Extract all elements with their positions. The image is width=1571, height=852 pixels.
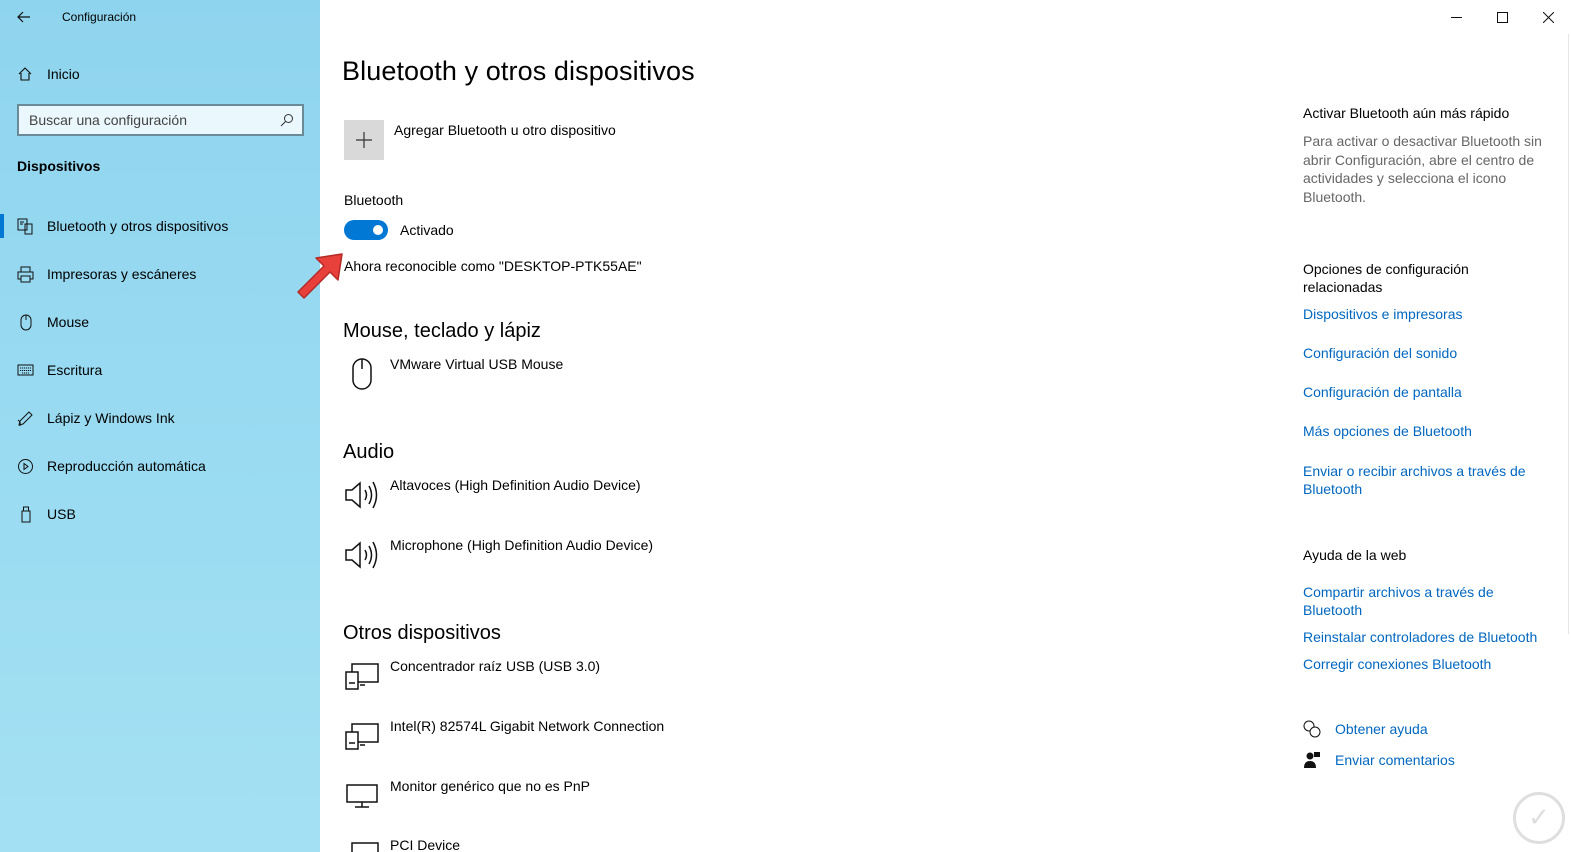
web-link-fix-connections[interactable]: Corregir conexiones Bluetooth	[1303, 655, 1543, 673]
send-feedback-link[interactable]: Enviar comentarios	[1303, 751, 1455, 769]
sidebar-home-label: Inicio	[47, 66, 80, 82]
speaker-icon	[344, 477, 380, 513]
window-controls	[1433, 0, 1571, 34]
group-title-input: Mouse, teclado y lápiz	[343, 320, 541, 342]
generic-device-icon	[344, 837, 380, 852]
get-help-label: Obtener ayuda	[1335, 721, 1428, 737]
maximize-button[interactable]	[1479, 0, 1525, 34]
device-item[interactable]: Altavoces (High Definition Audio Device)	[344, 477, 641, 513]
sidebar-item-label: Impresoras y escáneres	[47, 266, 197, 282]
printer-icon	[17, 266, 34, 283]
close-icon	[1542, 11, 1554, 23]
device-item[interactable]: Concentrador raíz USB (USB 3.0)	[344, 658, 600, 694]
generic-device-icon	[344, 718, 380, 754]
title-bar: Configuración	[0, 0, 320, 34]
sidebar-item-label: Mouse	[47, 314, 90, 330]
related-link-devices-printers[interactable]: Dispositivos e impresoras	[1303, 305, 1543, 323]
sidebar-item-label: Bluetooth y otros dispositivos	[47, 218, 229, 234]
add-device-button[interactable]: Agregar Bluetooth u otro dispositivo	[344, 120, 616, 160]
minimize-icon	[1450, 16, 1462, 18]
main-content: Bluetooth y otros dispositivos Agregar B…	[297, 0, 1571, 852]
toggle-knob	[373, 225, 383, 235]
mouse-icon	[344, 356, 380, 392]
plus-icon	[344, 120, 384, 160]
page-title: Bluetooth y otros dispositivos	[342, 56, 695, 86]
monitor-icon	[344, 778, 380, 814]
device-item[interactable]: Intel(R) 82574L Gigabit Network Connecti…	[344, 718, 664, 754]
device-item[interactable]: VMware Virtual USB Mouse	[344, 356, 563, 392]
bluetooth-label: Bluetooth	[344, 192, 404, 208]
pen-icon	[17, 410, 34, 427]
search-input[interactable]	[29, 112, 280, 128]
close-button[interactable]	[1525, 0, 1571, 34]
add-device-label: Agregar Bluetooth u otro dispositivo	[394, 122, 616, 138]
device-name: Monitor genérico que no es PnP	[390, 778, 591, 794]
related-title: Opciones de configuración relacionadas	[1303, 261, 1469, 295]
sidebar-item-usb[interactable]: USB	[0, 490, 320, 538]
sidebar-item-label: Lápiz y Windows Ink	[47, 410, 175, 426]
usb-icon	[17, 506, 34, 523]
sidebar-home[interactable]: Inicio	[0, 58, 320, 90]
sidebar-item-autoplay[interactable]: Reproducción automática	[0, 442, 320, 490]
sidebar-item-label: USB	[47, 506, 76, 522]
search-box[interactable]	[17, 104, 304, 136]
scrollbar[interactable]	[1568, 34, 1569, 634]
annotation-arrow-icon	[297, 253, 343, 299]
sidebar: Configuración Inicio Dispositivos Blueto…	[0, 0, 320, 852]
sidebar-item-label: Reproducción automática	[47, 458, 206, 474]
speaker-icon	[344, 537, 380, 573]
tip-text: Para activar o desactivar Bluetooth sin …	[1303, 133, 1542, 205]
sidebar-item-label: Escritura	[47, 362, 103, 378]
mouse-icon	[17, 314, 34, 331]
group-title-audio: Audio	[343, 441, 395, 463]
sidebar-item-mouse[interactable]: Mouse	[0, 298, 320, 346]
minimize-button[interactable]	[1433, 0, 1479, 34]
sidebar-item-pen[interactable]: Lápiz y Windows Ink	[0, 394, 320, 442]
home-icon	[18, 67, 32, 81]
group-title-other: Otros dispositivos	[343, 622, 501, 644]
device-item[interactable]: PCI Device	[344, 837, 460, 852]
watermark-logo-icon: ✓	[1513, 792, 1565, 844]
device-name: Concentrador raíz USB (USB 3.0)	[390, 658, 601, 674]
bluetooth-toggle-row: Activado	[344, 220, 454, 240]
app-title: Configuración	[62, 10, 137, 24]
autoplay-icon	[17, 458, 34, 475]
tip-title: Activar Bluetooth aún más rápido	[1303, 105, 1510, 121]
sidebar-section-title: Dispositivos	[17, 158, 101, 174]
generic-device-icon	[344, 658, 380, 694]
related-link-sound[interactable]: Configuración del sonido	[1303, 344, 1543, 362]
arrow-left-icon	[17, 11, 30, 23]
back-button[interactable]	[0, 0, 48, 34]
sidebar-item-bluetooth[interactable]: Bluetooth y otros dispositivos	[0, 202, 320, 250]
bluetooth-state: Activado	[400, 222, 454, 238]
sidebar-item-typing[interactable]: Escritura	[0, 346, 320, 394]
related-link-more-bluetooth[interactable]: Más opciones de Bluetooth	[1303, 422, 1543, 440]
maximize-icon	[1496, 11, 1508, 23]
related-link-display[interactable]: Configuración de pantalla	[1303, 383, 1543, 401]
related-link-send-receive[interactable]: Enviar o recibir archivos a través de Bl…	[1303, 462, 1538, 498]
sidebar-nav: Bluetooth y otros dispositivos Impresora…	[0, 202, 320, 538]
discoverable-text: Ahora reconocible como "DESKTOP-PTK55AE"	[344, 258, 642, 274]
device-name: Altavoces (High Definition Audio Device)	[390, 477, 641, 493]
sidebar-item-printers[interactable]: Impresoras y escáneres	[0, 250, 320, 298]
get-help-link[interactable]: Obtener ayuda	[1303, 720, 1428, 738]
web-link-reinstall-drivers[interactable]: Reinstalar controladores de Bluetooth	[1303, 628, 1543, 646]
feedback-icon	[1303, 751, 1321, 769]
device-name: Microphone (High Definition Audio Device…	[390, 537, 654, 553]
help-chat-icon	[1303, 720, 1321, 738]
web-help-title: Ayuda de la web	[1303, 547, 1407, 563]
device-item[interactable]: Microphone (High Definition Audio Device…	[344, 537, 653, 573]
web-link-share-files[interactable]: Compartir archivos a través de Bluetooth	[1303, 583, 1513, 619]
bluetooth-toggle[interactable]	[344, 220, 388, 240]
device-name: Intel(R) 82574L Gigabit Network Connecti…	[390, 718, 665, 734]
device-name: VMware Virtual USB Mouse	[390, 356, 564, 372]
search-icon[interactable]	[280, 113, 294, 127]
device-item[interactable]: Monitor genérico que no es PnP	[344, 778, 590, 814]
bluetooth-devices-icon	[17, 218, 34, 235]
keyboard-icon	[17, 362, 34, 379]
device-name: PCI Device	[390, 837, 461, 852]
send-feedback-label: Enviar comentarios	[1335, 752, 1455, 768]
